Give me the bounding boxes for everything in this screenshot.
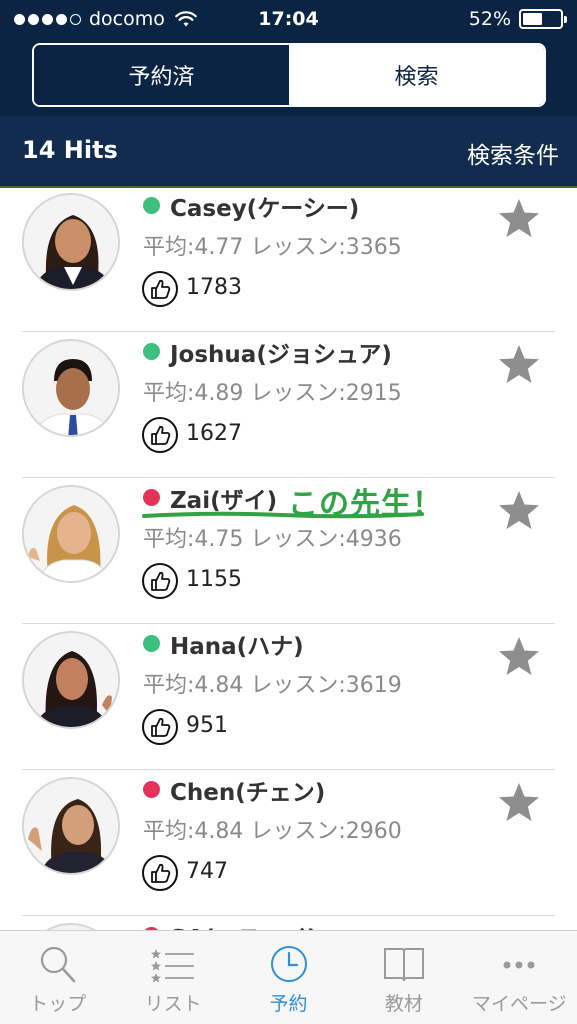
teacher-row[interactable]: Casey(ケーシー) 平均:4.77 レッスン:3365 1783 [0, 188, 577, 332]
teacher-name: Chen(チェン) [170, 780, 326, 806]
status-right: 52% [468, 8, 567, 30]
hits-count: 14 Hits [22, 136, 118, 164]
clock-icon [270, 946, 307, 982]
teacher-name: Hana(ハナ) [170, 634, 304, 660]
teacher-avatar [22, 631, 120, 729]
thumbs-up-icon[interactable] [141, 562, 179, 600]
teacher-stats: 平均:4.84 レッスン:3619 [143, 673, 402, 698]
favorite-star-icon[interactable] [497, 634, 541, 678]
tab-reservation[interactable]: 予約 [231, 931, 346, 1024]
status-dot [143, 489, 160, 506]
teacher-name: Joshua(ジョシュア) [170, 342, 392, 368]
top-navigation-bar: docomo 17:04 52% 予約済 検索 [0, 0, 577, 116]
teacher-name: SA(エスエイ) [170, 919, 317, 930]
like-count: 1155 [186, 567, 242, 592]
teacher-avatar [22, 777, 120, 875]
battery-icon [519, 9, 567, 29]
book-icon [383, 948, 424, 982]
status-dot [143, 781, 160, 798]
thumbs-up-icon[interactable] [141, 270, 179, 308]
tab-label: 予約 [269, 993, 308, 1015]
favorite-star-icon[interactable] [497, 780, 541, 824]
teacher-list: Casey(ケーシー) 平均:4.77 レッスン:3365 1783 Joshu… [0, 188, 577, 930]
teacher-stats: 平均:4.75 レッスン:4936 [143, 527, 402, 552]
tab-label: マイページ [472, 993, 567, 1015]
segment-reserved[interactable]: 予約済 [34, 45, 289, 105]
status-bar: docomo 17:04 52% [0, 0, 577, 38]
tab-label: リスト [144, 993, 202, 1015]
battery-level-fill [523, 13, 542, 25]
status-dot [143, 635, 160, 652]
teacher-stats: 平均:4.84 レッスン:2960 [143, 819, 402, 844]
search-conditions-button[interactable]: 検索条件 [467, 136, 559, 170]
favorite-star-icon[interactable] [497, 196, 541, 240]
thumbs-up-icon[interactable] [141, 708, 179, 746]
teacher-row[interactable]: Joshua(ジョシュア) 平均:4.89 レッスン:2915 1627 [0, 332, 577, 478]
status-dot [143, 197, 160, 214]
teacher-avatar [22, 339, 120, 437]
like-count: 1627 [186, 421, 242, 446]
results-header: 14 Hits 検索条件 [0, 116, 577, 188]
favorite-star-icon[interactable] [497, 342, 541, 386]
teacher-name: Casey(ケーシー) [170, 196, 360, 222]
annotation-underline [142, 511, 424, 519]
teacher-avatar [22, 193, 120, 291]
bottom-tab-bar: トップ リスト 予約 教材 マイページ [0, 930, 577, 1024]
favorite-star-icon[interactable] [497, 488, 541, 532]
segment-search[interactable]: 検索 [289, 45, 544, 105]
teacher-row[interactable]: Chen(チェン) 平均:4.84 レッスン:2960 747 [0, 770, 577, 916]
tab-label: トップ [29, 993, 87, 1015]
more-icon [503, 961, 535, 969]
search-icon [40, 946, 76, 983]
like-count: 747 [186, 859, 228, 884]
tab-top[interactable]: トップ [0, 931, 115, 1024]
teacher-stats: 平均:4.89 レッスン:2915 [143, 381, 402, 406]
tab-materials[interactable]: 教材 [346, 931, 461, 1024]
teacher-row[interactable]: Hana(ハナ) 平均:4.84 レッスン:3619 951 [0, 624, 577, 770]
teacher-row[interactable]: SA(エスエイ) [0, 916, 577, 930]
status-dot [143, 343, 160, 360]
list-icon [151, 949, 195, 983]
like-count: 1783 [186, 275, 242, 300]
app-screen: docomo 17:04 52% 予約済 検索 14 Hits 検索条件 Cas… [0, 0, 577, 1024]
segmented-control: 予約済 検索 [32, 43, 546, 107]
teacher-avatar [22, 923, 120, 930]
thumbs-up-icon[interactable] [141, 416, 179, 454]
tab-list[interactable]: リスト [115, 931, 230, 1024]
tab-mypage[interactable]: マイページ [462, 931, 577, 1024]
teacher-stats: 平均:4.77 レッスン:3365 [143, 235, 402, 260]
thumbs-up-icon[interactable] [141, 854, 179, 892]
tab-label: 教材 [384, 993, 423, 1015]
battery-percentage: 52% [468, 8, 511, 30]
like-count: 951 [186, 713, 228, 738]
teacher-avatar [22, 485, 120, 583]
